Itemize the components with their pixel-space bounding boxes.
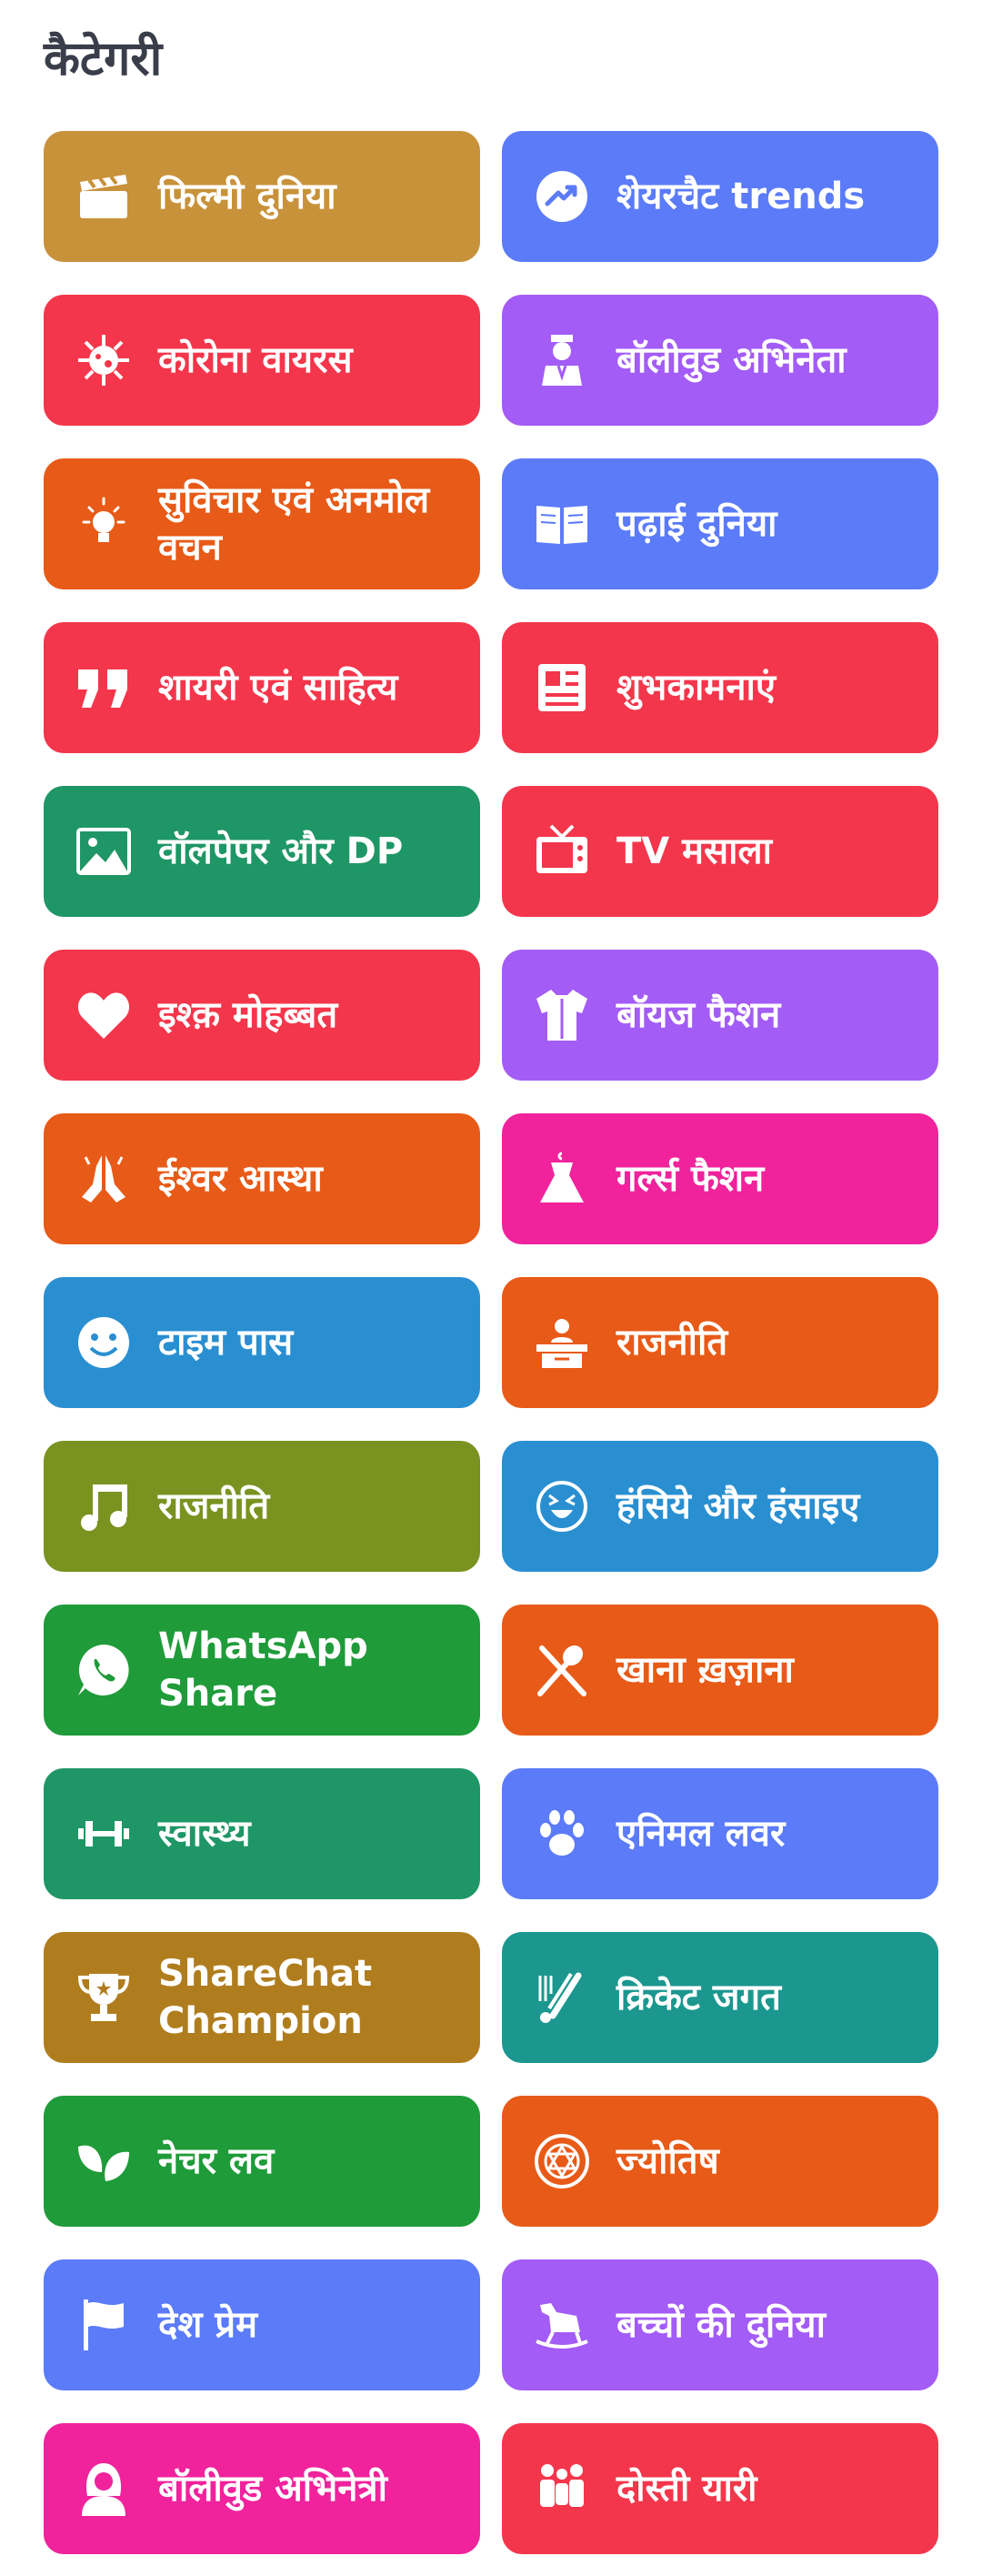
category-tile[interactable]: बॉयज फैशन: [502, 950, 938, 1081]
smiley-icon: [75, 1313, 133, 1372]
category-label: हंसिये और हंसाइए: [616, 1485, 860, 1527]
category-tile[interactable]: खाना ख़ज़ाना: [502, 1605, 938, 1736]
heart-icon: [75, 986, 133, 1044]
category-label: कोरोना वायरस: [158, 339, 353, 381]
category-label: बच्चों की दुनिया: [616, 2304, 826, 2346]
tv-icon: [533, 822, 591, 880]
category-tile[interactable]: नेचर लव: [44, 2096, 480, 2227]
rocking-horse-icon: [533, 2296, 591, 2354]
podium-icon: [533, 1313, 591, 1372]
category-tile[interactable]: बॉलीवुड अभिनेता: [502, 295, 938, 426]
image-icon: [75, 822, 133, 880]
category-tile[interactable]: इश्क़ मोहब्बत: [44, 950, 480, 1081]
category-tile[interactable]: शेयरचैट trends: [502, 131, 938, 262]
clapperboard-icon: [75, 167, 133, 226]
category-label: शायरी एवं साहित्य: [158, 667, 398, 709]
category-grid: फिल्मी दुनिया शेयरचैट trends कोरोना वायरस ब…: [44, 131, 938, 2554]
category-tile[interactable]: WhatsApp Share: [44, 1605, 480, 1736]
category-label: फिल्मी दुनिया: [158, 176, 336, 217]
praying-hands-icon: [75, 1150, 133, 1208]
category-label: ईश्वर आस्था: [158, 1158, 323, 1200]
category-tile[interactable]: राजनीति: [502, 1277, 938, 1408]
category-label: वॉलपेपर और DP: [158, 830, 404, 872]
category-tile[interactable]: ईश्वर आस्था: [44, 1113, 480, 1244]
category-tile[interactable]: वॉलपेपर और DP: [44, 786, 480, 917]
category-tile[interactable]: बॉलीवुड अभिनेत्री: [44, 2423, 480, 2554]
category-label: ज्योतिष: [616, 2140, 719, 2182]
category-label: बॉयज फैशन: [616, 994, 781, 1036]
category-tile[interactable]: फिल्मी दुनिया: [44, 131, 480, 262]
shirt-icon: [533, 986, 591, 1044]
fork-spoon-icon: [533, 1641, 591, 1699]
category-label: दोस्ती यारी: [616, 2468, 757, 2510]
category-tile[interactable]: पढ़ाई दुनिया: [502, 458, 938, 589]
category-tile[interactable]: कोरोना वायरस: [44, 295, 480, 426]
category-tile[interactable]: एनिमल लवर: [502, 1768, 938, 1899]
virus-icon: [75, 331, 133, 389]
category-label: राजनीति: [616, 1322, 728, 1363]
category-label: नेचर लव: [158, 2140, 275, 2182]
category-label: बॉलीवुड अभिनेता: [616, 339, 847, 381]
category-label: शुभकामनाएं: [616, 667, 776, 709]
category-label: ShareChat Champion: [158, 1953, 373, 2042]
flag-icon: [75, 2296, 133, 2354]
category-tile[interactable]: TV मसाला: [502, 786, 938, 917]
category-tile[interactable]: क्रिकेट जगत: [502, 1932, 938, 2063]
actress-icon: [75, 2460, 133, 2518]
whatsapp-icon: [75, 1641, 133, 1699]
category-label: एनिमल लवर: [616, 1813, 786, 1855]
book-icon: [533, 495, 591, 553]
category-tile[interactable]: हंसिये और हंसाइए: [502, 1441, 938, 1572]
category-label: पढ़ाई दुनिया: [616, 503, 777, 545]
actor-icon: [533, 331, 591, 389]
category-tile[interactable]: ShareChat Champion: [44, 1932, 480, 2063]
star-wheel-icon: [533, 2132, 591, 2190]
category-label: देश प्रेम: [158, 2304, 258, 2346]
trophy-icon: [75, 1968, 133, 2027]
category-tile[interactable]: राजनीति: [44, 1441, 480, 1572]
quote-icon: [75, 659, 133, 717]
category-label: क्रिकेट जगत: [616, 1977, 781, 2018]
category-tile[interactable]: ज्योतिष: [502, 2096, 938, 2227]
trending-icon: [533, 167, 591, 226]
category-tile[interactable]: बच्चों की दुनिया: [502, 2259, 938, 2390]
category-label: टाइम पास: [158, 1322, 294, 1363]
newspaper-icon: [533, 659, 591, 717]
category-label: बॉलीवुड अभिनेत्री: [158, 2468, 387, 2510]
category-label: शेयरचैट trends: [616, 176, 866, 217]
category-label: TV मसाला: [616, 830, 772, 872]
leaves-icon: [75, 2132, 133, 2190]
category-tile[interactable]: शायरी एवं साहित्य: [44, 622, 480, 753]
music-note-icon: [75, 1477, 133, 1535]
laugh-icon: [533, 1477, 591, 1535]
paw-icon: [533, 1805, 591, 1863]
category-tile[interactable]: स्वास्थ्य: [44, 1768, 480, 1899]
category-tile[interactable]: गर्ल्स फैशन: [502, 1113, 938, 1244]
page-title: कैटेगरी: [44, 32, 163, 86]
category-label: स्वास्थ्य: [158, 1813, 251, 1855]
category-tile[interactable]: दोस्ती यारी: [502, 2423, 938, 2554]
cricket-icon: [533, 1968, 591, 2027]
category-tile[interactable]: टाइम पास: [44, 1277, 480, 1408]
category-label: WhatsApp Share: [158, 1625, 368, 1715]
category-tile[interactable]: शुभकामनाएं: [502, 622, 938, 753]
category-label: सुविचार एवं अनमोल वचन: [158, 479, 430, 569]
friends-icon: [533, 2460, 591, 2518]
dress-icon: [533, 1150, 591, 1208]
dumbbell-icon: [75, 1805, 133, 1863]
lightbulb-icon: [75, 495, 133, 553]
category-label: खाना ख़ज़ाना: [616, 1649, 794, 1691]
category-tile[interactable]: सुविचार एवं अनमोल वचन: [44, 458, 480, 589]
category-label: गर्ल्स फैशन: [616, 1158, 765, 1200]
category-tile[interactable]: देश प्रेम: [44, 2259, 480, 2390]
category-label: इश्क़ मोहब्बत: [158, 994, 338, 1036]
category-label: राजनीति: [158, 1485, 270, 1527]
